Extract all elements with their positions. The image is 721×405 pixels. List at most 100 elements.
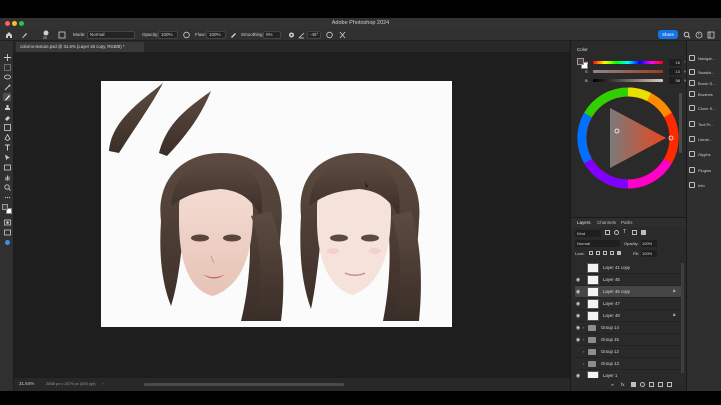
panel-glyphs[interactable]: Glyphs — [689, 149, 721, 159]
lasso-tool-icon[interactable] — [3, 73, 11, 81]
layer-opacity-field[interactable]: 100% — [641, 240, 657, 247]
lock-transparent-icon[interactable] — [589, 251, 593, 255]
edit-toolbar-icon[interactable] — [3, 238, 11, 246]
layer-name[interactable]: Layer 45 — [603, 274, 620, 286]
smoothing-options-gear-icon[interactable] — [288, 31, 295, 39]
layer-name[interactable]: Layer 48 — [603, 310, 620, 322]
layer-group-row[interactable]: › Group 13 — [575, 358, 681, 370]
brush-tool-preset-icon[interactable] — [21, 31, 30, 39]
adjustment-layer-icon[interactable] — [640, 381, 645, 387]
hand-tool-icon[interactable] — [3, 173, 11, 181]
layer-group-row[interactable]: ◉ › Group 14 — [575, 322, 681, 334]
layer-row[interactable]: ◉ Layer 47 — [575, 298, 681, 310]
visibility-eye-icon[interactable]: ◉ — [575, 289, 581, 295]
visibility-eye-icon[interactable] — [575, 349, 581, 355]
group-expand-chevron-icon[interactable]: › — [583, 361, 584, 367]
path-selection-tool-icon[interactable] — [3, 153, 11, 161]
layer-name[interactable]: Group 12 — [601, 346, 619, 358]
visibility-eye-icon[interactable]: ◉ — [575, 301, 581, 307]
layer-row[interactable]: ◉ Layer 45 — [575, 274, 681, 286]
visibility-eye-icon[interactable]: ◉ — [575, 337, 581, 343]
layer-name[interactable]: Group 14 — [601, 322, 619, 334]
document-tab[interactable]: colorno-texture.psd @ 31.6% (Layer 46 co… — [16, 42, 144, 52]
group-expand-chevron-icon[interactable]: › — [583, 337, 584, 343]
panel-tool-presets[interactable]: Tool Pr... — [689, 119, 721, 129]
more-tools-icon[interactable] — [3, 193, 11, 201]
visibility-eye-icon[interactable]: ◉ — [575, 313, 581, 319]
filter-pixel-icon[interactable] — [605, 230, 610, 235]
color-panel-scrollbar[interactable] — [679, 93, 682, 153]
delete-layer-icon[interactable] — [667, 381, 672, 387]
layer-name[interactable]: Layer 46 copy — [603, 286, 630, 298]
tab-channels[interactable]: Channels — [597, 218, 616, 227]
gradient-tool-icon[interactable] — [3, 123, 11, 131]
visibility-eye-icon[interactable] — [575, 265, 581, 271]
document-canvas[interactable] — [101, 81, 452, 327]
lock-artboard-icon[interactable] — [610, 251, 614, 255]
mode-select[interactable]: Normal — [87, 31, 135, 39]
pen-tool-icon[interactable] — [3, 133, 11, 141]
panel-libraries[interactable]: Librari... — [689, 134, 721, 144]
visibility-eye-icon[interactable]: ◉ — [575, 277, 581, 283]
filter-adjustment-icon[interactable] — [614, 230, 619, 235]
horizontal-scrollbar[interactable] — [144, 383, 344, 386]
search-icon[interactable] — [683, 31, 691, 39]
layer-name[interactable]: Group 13 — [601, 358, 619, 370]
panel-clone-source[interactable]: Clone S... — [689, 103, 721, 113]
move-tool-icon[interactable] — [3, 53, 11, 61]
filter-type-icon[interactable]: T — [623, 230, 628, 235]
workspace-icon[interactable] — [707, 31, 715, 39]
layer-row[interactable]: Layer 41 copy — [575, 262, 681, 274]
link-layers-icon[interactable]: ∞ — [611, 382, 617, 387]
tab-paths[interactable]: Paths — [621, 218, 633, 227]
pressure-size-icon[interactable] — [326, 31, 333, 39]
layer-group-row[interactable]: ◉ › Group 15 — [575, 334, 681, 346]
panel-compass[interactable]: Navigat... — [689, 53, 721, 63]
home-icon[interactable] — [5, 31, 13, 39]
filter-shape-icon[interactable] — [632, 230, 637, 235]
layer-row[interactable]: ◉ Layer 48 🔒︎ — [575, 310, 681, 322]
layer-name[interactable]: Layer 1 — [603, 370, 617, 378]
panel-info[interactable]: Info — [689, 180, 721, 190]
saturation-value[interactable]: 13 — [669, 68, 681, 75]
layer-style-icon[interactable]: fx — [621, 382, 627, 387]
color-wheel[interactable] — [577, 87, 679, 189]
visibility-eye-icon[interactable]: ◉ — [575, 373, 581, 378]
panel-brush-settings[interactable]: Brush S... — [689, 78, 721, 88]
layer-filter-select[interactable]: Kind — [575, 230, 601, 237]
marquee-tool-icon[interactable] — [3, 63, 11, 71]
share-button[interactable]: Share — [658, 30, 678, 39]
magic-wand-tool-icon[interactable] — [3, 83, 11, 91]
layer-name[interactable]: Layer 47 — [603, 298, 620, 310]
zoom-tool-icon[interactable] — [3, 183, 11, 191]
tab-layers[interactable]: Layers — [577, 218, 591, 227]
rectangle-tool-icon[interactable] — [3, 163, 11, 171]
lock-image-icon[interactable] — [596, 251, 600, 255]
layer-name[interactable]: Layer 41 copy — [603, 262, 630, 274]
panel-brush[interactable]: Brushes — [689, 89, 721, 99]
symmetry-icon[interactable] — [339, 31, 346, 39]
layer-row[interactable]: ◉ Layer 1 — [575, 370, 681, 378]
filter-smart-object-icon[interactable] — [641, 230, 646, 235]
brush-tool-icon[interactable] — [3, 93, 11, 101]
screen-mode-icon[interactable] — [3, 228, 11, 236]
angle-field[interactable]: -45° — [307, 31, 321, 39]
group-expand-chevron-icon[interactable]: › — [583, 349, 584, 355]
pressure-opacity-icon[interactable] — [183, 31, 190, 39]
help-icon[interactable]: ? — [695, 31, 703, 39]
zoom-level[interactable]: 31.64% — [19, 381, 34, 386]
lock-position-icon[interactable] — [603, 251, 607, 255]
hue-value[interactable]: 16 — [669, 59, 681, 66]
new-layer-icon[interactable] — [658, 381, 663, 387]
smoothing-field[interactable]: 0% — [263, 31, 281, 39]
layer-group-row[interactable]: › Group 12 — [575, 346, 681, 358]
opacity-field[interactable]: 100% — [158, 31, 178, 39]
type-tool-icon[interactable] — [3, 143, 11, 151]
panel-plugins[interactable]: Plugins — [689, 165, 721, 175]
layer-name[interactable]: Group 15 — [601, 334, 619, 346]
visibility-eye-icon[interactable] — [575, 361, 581, 367]
flow-field[interactable]: 100% — [206, 31, 226, 39]
airbrush-icon[interactable] — [230, 31, 237, 39]
color-panel-tab[interactable]: Color — [577, 45, 588, 54]
visibility-eye-icon[interactable]: ◉ — [575, 325, 581, 331]
